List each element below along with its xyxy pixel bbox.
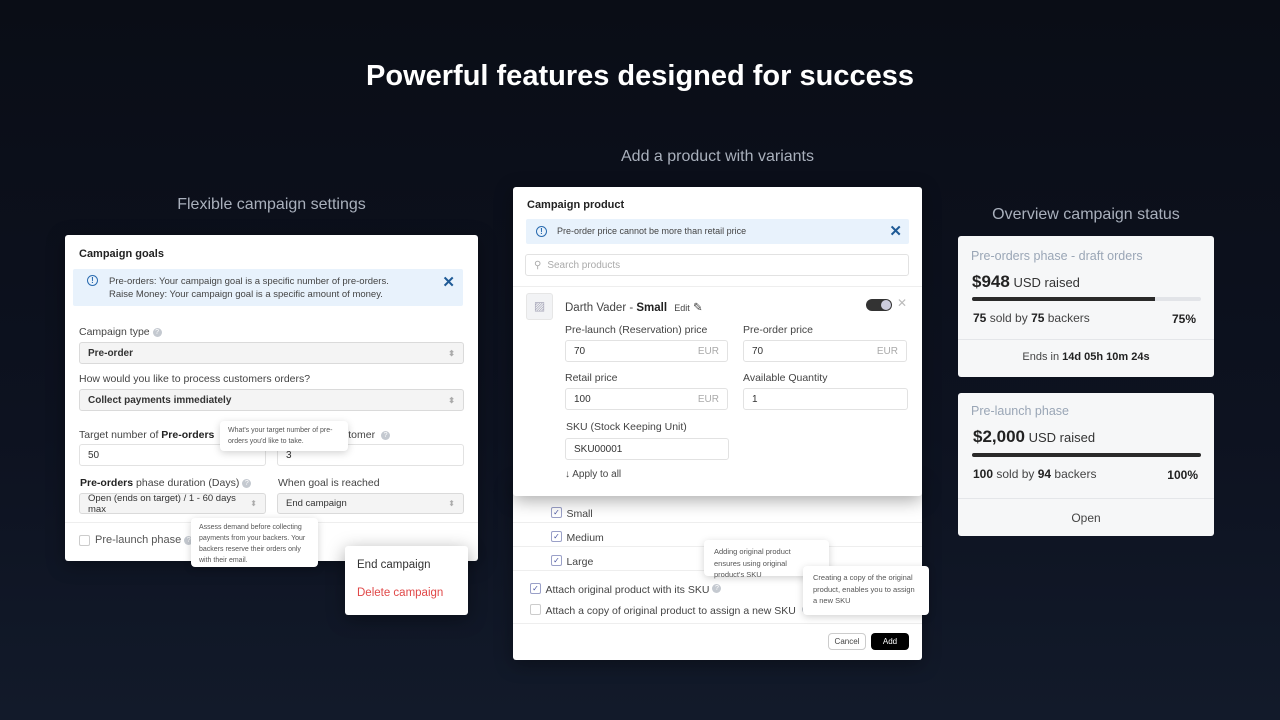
info-banner: ! Pre-order price cannot be more than re… [526, 219, 909, 244]
left-caption: Flexible campaign settings [177, 196, 366, 213]
close-icon[interactable]: ✕ [889, 222, 902, 240]
info-text: Pre-order price cannot be more than reta… [557, 226, 747, 236]
target-tooltip: What's your target number of pre-orders … [220, 421, 348, 451]
checkbox[interactable]: ✓ [551, 531, 562, 543]
goal-select[interactable]: End campaign ⬍ [277, 493, 464, 514]
quantity-input[interactable]: 1 [743, 388, 908, 410]
close-icon[interactable]: ✕ [442, 273, 455, 291]
goal-label: When goal is reached [278, 477, 380, 489]
amount-raised: $2,000 USD raised [973, 427, 1096, 446]
process-label: How would you like to process customers … [79, 373, 311, 385]
search-products-input[interactable]: ⚲ Search products [525, 254, 909, 276]
middle-caption: Add a product with variants [621, 148, 814, 165]
ends-in: Ends in 14d 05h 10m 24s [1022, 351, 1150, 363]
progress-bar [972, 453, 1201, 457]
retail-price-label: Retail price [565, 372, 618, 384]
image-placeholder-icon: ▨ [526, 293, 553, 320]
variant-row[interactable]: ✓ Medium [551, 528, 604, 546]
percent: 75% [1171, 312, 1196, 326]
duration-label: Pre-orders phase duration (Days)? [80, 477, 252, 489]
card-title: Campaign goals [79, 248, 164, 260]
sold-summary: 100 sold by 94 backers [973, 467, 1097, 481]
menu-item-end-campaign[interactable]: End campaign [345, 559, 468, 587]
info-icon: ! [536, 226, 547, 237]
checkbox[interactable]: ✓ [551, 507, 562, 519]
prelaunch-price-input[interactable]: 70 EUR [565, 340, 728, 362]
campaign-type-select[interactable]: Pre-order ⬍ [79, 342, 464, 364]
amount-raised: $948 USD raised [972, 272, 1080, 291]
enabled-toggle[interactable] [866, 299, 892, 311]
checkbox[interactable]: ✓ [530, 583, 541, 595]
info-line: Pre-orders: Your campaign goal is a spec… [109, 276, 389, 287]
cancel-button[interactable]: Cancel [828, 633, 866, 650]
target-label: Target number of Pre-orders? [79, 429, 232, 441]
prelaunch-checkbox[interactable] [79, 535, 90, 546]
duration-select[interactable]: Open (ends on target) / 1 - 60 days max ⬍ [79, 493, 266, 515]
apply-to-all-link[interactable]: ↓ Apply to all [565, 469, 621, 480]
prelaunch-price-label: Pre-launch (Reservation) price [565, 324, 708, 336]
chevron-updown-icon: ⬍ [448, 348, 455, 358]
chevron-updown-icon: ⬍ [448, 395, 455, 405]
preorder-price-input[interactable]: 70 EUR [743, 340, 907, 362]
copy-tooltip: Creating a copy of the original product,… [803, 566, 929, 615]
sku-input[interactable]: SKU00001 [565, 438, 729, 460]
chevron-updown-icon: ⬍ [448, 499, 455, 508]
process-select[interactable]: Collect payments immediately ⬍ [79, 389, 464, 411]
status-card-preorders: Pre-orders phase - draft orders $948 USD… [958, 236, 1214, 377]
right-caption: Overview campaign status [992, 206, 1180, 223]
phase-label: Pre-launch phase [971, 404, 1069, 418]
checkbox[interactable]: ✓ [551, 555, 562, 567]
status-card-prelaunch: Pre-launch phase $2,000 USD raised 100 s… [958, 393, 1214, 536]
help-icon[interactable]: ? [152, 327, 162, 337]
checkbox[interactable] [530, 604, 541, 616]
sku-label: SKU (Stock Keeping Unit) [566, 421, 687, 433]
help-icon[interactable]: ? [381, 430, 391, 440]
search-icon: ⚲ [534, 259, 542, 271]
attach-original-option[interactable]: ✓ Attach original product with its SKU? [530, 580, 722, 598]
phase-label: Pre-orders phase - draft orders [971, 249, 1143, 263]
campaign-action-menu: End campaign Delete campaign [345, 546, 468, 615]
help-icon[interactable]: ? [242, 478, 252, 488]
prelaunch-tooltip: Assess demand before collecting payments… [191, 518, 318, 567]
limit-label: stomer? [343, 429, 391, 441]
info-line: Raise Money: Your campaign goal is a spe… [109, 288, 383, 300]
campaign-product-card: Campaign product ! Pre-order price canno… [513, 187, 922, 496]
progress-bar [972, 297, 1201, 301]
remove-icon[interactable]: ✕ [897, 296, 907, 310]
attach-copy-option[interactable]: Attach a copy of original product to ass… [530, 601, 811, 619]
menu-item-delete-campaign[interactable]: Delete campaign [345, 587, 468, 599]
info-banner: ! Pre-orders: Your campaign goal is a sp… [73, 269, 463, 306]
arrow-down-icon: ↓ [565, 469, 570, 480]
sold-summary: 75 sold by 75 backers [973, 311, 1090, 325]
variant-row[interactable]: ✓ Large [551, 552, 593, 570]
retail-price-input[interactable]: 100 EUR [565, 388, 728, 410]
status-open: Open [1071, 511, 1101, 525]
headline: Powerful features designed for success [366, 60, 914, 92]
edit-link[interactable]: Edit [674, 303, 690, 313]
preorder-price-label: Pre-order price [743, 324, 814, 336]
quantity-label: Available Quantity [743, 372, 828, 384]
percent: 100% [1167, 468, 1198, 482]
card-title: Campaign product [527, 199, 625, 211]
campaign-goals-card: Campaign goals ! Pre-orders: Your campai… [65, 235, 478, 561]
prelaunch-label: Pre-launch phase? [95, 534, 194, 546]
pencil-icon[interactable]: ✎ [693, 302, 703, 314]
help-icon[interactable]: ? [712, 584, 722, 594]
campaign-type-label: Campaign type? [79, 326, 162, 338]
chevron-updown-icon: ⬍ [250, 499, 257, 508]
info-icon: ! [87, 275, 98, 286]
add-button[interactable]: Add [871, 633, 909, 650]
variant-row[interactable]: ✓ Small [551, 504, 593, 522]
product-name: Darth Vader - Small Edit ✎ [565, 302, 703, 314]
